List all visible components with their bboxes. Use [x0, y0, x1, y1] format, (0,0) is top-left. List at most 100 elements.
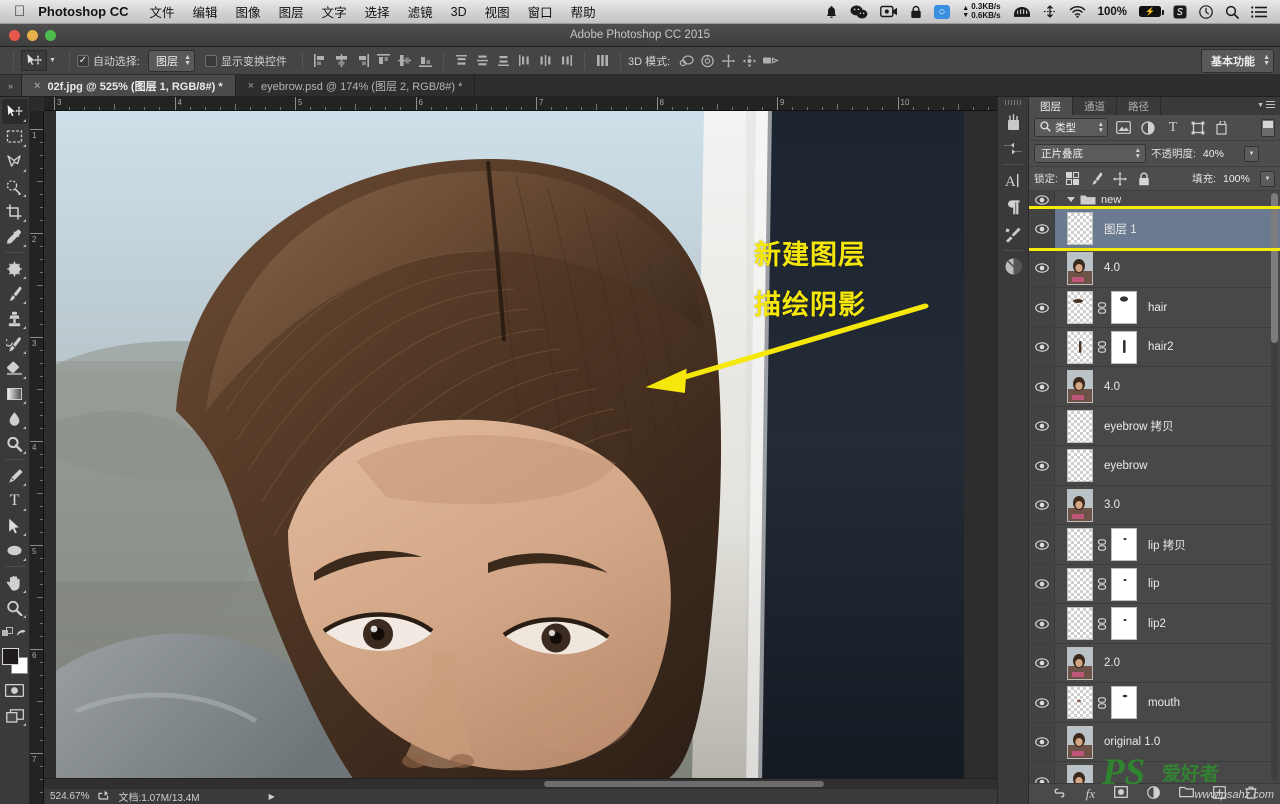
history-brush-icon[interactable]	[2, 331, 28, 356]
scale-3d-icon[interactable]	[761, 51, 780, 70]
clock-icon[interactable]	[1193, 4, 1219, 19]
rectangular-marquee-icon[interactable]	[2, 124, 28, 149]
lock-image-icon[interactable]	[1087, 170, 1106, 187]
adjustment-filter-icon[interactable]	[1138, 119, 1158, 137]
auto-select-checkbox[interactable]	[76, 54, 89, 67]
layer-row-lip-copy[interactable]: lip 拷贝	[1029, 525, 1280, 565]
distribute-spacing-icon[interactable]	[593, 51, 612, 70]
align-right-edges-icon[interactable]	[353, 51, 372, 70]
menu-item-view[interactable]: 视图	[476, 2, 519, 21]
layer-list[interactable]: new 图层 1 4.0 hair hair2 4.0 eyebrow 拷贝 e…	[1029, 191, 1280, 783]
layer-row-group-new[interactable]: new	[1029, 191, 1280, 210]
tool-preset-chevron[interactable]: ▼	[49, 57, 56, 64]
layer-style-icon[interactable]: fx	[1086, 786, 1095, 802]
dock-handle-icon[interactable]: »	[0, 75, 22, 96]
color-swatches-icon[interactable]	[1000, 108, 1027, 135]
layer-row-tuceng-1[interactable]: 图层 1	[1029, 206, 1280, 251]
layer-row-hair2[interactable]: hair2	[1029, 327, 1280, 368]
layer-mask-thumbnail[interactable]	[1111, 686, 1137, 720]
layers-scroll-thumb[interactable]	[1271, 193, 1278, 344]
quick-selection-icon[interactable]	[2, 174, 28, 199]
color-swatches[interactable]	[1, 648, 28, 674]
fill-value[interactable]: 100%	[1221, 172, 1255, 185]
eye-icon[interactable]	[1029, 683, 1055, 722]
wechat-icon[interactable]	[844, 5, 874, 19]
distribute-right-icon[interactable]	[557, 51, 576, 70]
screen-mode-icon[interactable]	[2, 703, 28, 728]
layer-mask-thumbnail[interactable]	[1111, 330, 1137, 364]
eye-icon[interactable]	[1029, 564, 1055, 604]
battery-icon[interactable]: ⚡	[1133, 6, 1167, 17]
layer-row-partial[interactable]	[1029, 762, 1280, 783]
menu-item-window[interactable]: 窗口	[519, 2, 562, 21]
pixel-filter-icon[interactable]	[1113, 119, 1133, 137]
eye-icon[interactable]	[1029, 485, 1055, 525]
new-group-icon[interactable]	[1179, 786, 1195, 801]
eyedropper-icon[interactable]	[2, 224, 28, 249]
clone-stamp-icon[interactable]	[2, 306, 28, 331]
menu-item-select[interactable]: 选择	[356, 2, 399, 21]
eye-icon[interactable]	[1029, 604, 1055, 643]
layer-thumbnail[interactable]	[1067, 409, 1093, 443]
layer-row-20[interactable]: 2.0	[1029, 643, 1280, 684]
layer-thumbnails[interactable]	[1055, 449, 1093, 483]
eye-icon[interactable]	[1029, 248, 1055, 288]
horizontal-scroll-thumb[interactable]	[544, 781, 824, 787]
layer-thumbnail[interactable]	[1067, 370, 1093, 404]
airdrop-icon[interactable]	[1037, 5, 1063, 18]
lock-transparency-icon[interactable]	[1063, 170, 1082, 187]
layer-mask-link-icon[interactable]	[1096, 617, 1108, 630]
database-icon[interactable]	[1007, 5, 1037, 18]
network-speed-icon[interactable]: ▲ ▼ 0.3KB/s 0.6KB/s	[956, 2, 1006, 20]
layer-thumbnail[interactable]	[1067, 607, 1093, 641]
brush-tool-icon[interactable]	[2, 281, 28, 306]
character-icon[interactable]: A	[1000, 167, 1027, 194]
foreground-color-swatch[interactable]	[1, 648, 19, 665]
eye-icon[interactable]	[1029, 643, 1055, 683]
pan-3d-icon[interactable]	[719, 51, 738, 70]
chevron-down-icon[interactable]	[1067, 197, 1075, 203]
tab-02f-jpg[interactable]: × 02f.jpg @ 525% (图层 1, RGB/8#) *	[22, 75, 236, 96]
minimize-button[interactable]	[27, 29, 38, 41]
menu-item-type[interactable]: 文字	[313, 2, 356, 21]
eye-icon[interactable]	[1029, 406, 1055, 446]
dodge-tool-icon[interactable]	[2, 431, 28, 456]
filter-type-dropdown[interactable]: 类型 ▲ ▼	[1034, 118, 1108, 138]
eye-icon[interactable]	[1029, 191, 1055, 209]
paragraph-icon[interactable]	[1000, 194, 1027, 221]
auto-select-checkbox-group[interactable]: 自动选择:	[76, 53, 140, 69]
spot-healing-brush-icon[interactable]	[2, 256, 28, 281]
panel-menu-icon[interactable]: ▼	[1257, 101, 1275, 109]
adjustments-icon[interactable]	[1000, 135, 1027, 162]
layer-thumbnail[interactable]	[1067, 686, 1093, 720]
eye-icon[interactable]	[1029, 327, 1055, 367]
layer-mask-link-icon[interactable]	[1096, 578, 1108, 590]
shape-filter-icon[interactable]	[1188, 119, 1208, 137]
align-bottom-edges-icon[interactable]	[416, 51, 435, 70]
wifi-icon[interactable]	[1063, 5, 1092, 18]
layer-thumbnails[interactable]	[1055, 528, 1137, 562]
layer-row-original-10[interactable]: original 1.0	[1029, 722, 1280, 763]
layer-row-lip2[interactable]: lip2	[1029, 604, 1280, 644]
layer-thumbnail[interactable]	[1067, 212, 1093, 246]
menu-item-edit[interactable]: 编辑	[184, 2, 227, 21]
align-top-edges-icon[interactable]	[374, 51, 393, 70]
type-tool-icon[interactable]: T	[2, 488, 28, 513]
pen-tool-icon[interactable]	[2, 463, 28, 488]
search-icon[interactable]	[1219, 5, 1245, 19]
lock-position-icon[interactable]	[1111, 170, 1130, 187]
zoom-level[interactable]: 524.67%	[50, 791, 89, 802]
layer-row-40-a[interactable]: 4.0	[1029, 248, 1280, 289]
close-icon[interactable]: ×	[34, 80, 40, 92]
layers-scrollbar[interactable]	[1271, 193, 1278, 781]
distribute-left-icon[interactable]	[515, 51, 534, 70]
eye-icon[interactable]	[1029, 446, 1055, 485]
layer-mask-link-icon[interactable]	[1096, 341, 1108, 353]
menu-item-3d[interactable]: 3D	[442, 5, 476, 19]
workspace-selector[interactable]: 基本功能 ▲ ▼	[1201, 48, 1274, 73]
close-button[interactable]	[9, 29, 20, 41]
layer-thumbnails[interactable]	[1055, 212, 1093, 246]
eye-icon[interactable]	[1029, 722, 1055, 762]
tab-paths[interactable]: 路径	[1117, 97, 1161, 116]
layer-thumbnails[interactable]	[1055, 765, 1093, 783]
